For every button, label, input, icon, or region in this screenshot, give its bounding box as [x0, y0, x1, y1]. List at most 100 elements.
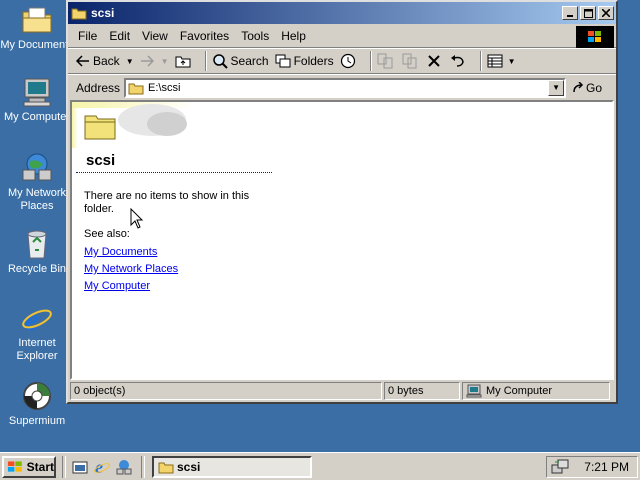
- history-icon: [340, 53, 355, 69]
- clock[interactable]: 7:21 PM: [584, 460, 629, 474]
- folder-heading: scsi: [86, 152, 116, 169]
- folder-icon: [128, 83, 144, 94]
- menu-favorites[interactable]: Favorites: [174, 29, 235, 43]
- toolbar-separator: [204, 51, 207, 71]
- address-input[interactable]: E:\scsi ▼: [124, 77, 567, 98]
- desktop-icon-internet-explorer[interactable]: e Internet Explorer: [0, 301, 74, 363]
- menu-file[interactable]: File: [68, 29, 103, 43]
- window-title: scsi: [91, 6, 115, 20]
- desktop-icon-my-computer[interactable]: My Computer: [0, 76, 74, 124]
- mouse-cursor-icon: [130, 208, 144, 229]
- windows-logo-icon: [576, 26, 614, 48]
- folders-button[interactable]: Folders: [275, 54, 334, 68]
- back-arrow-icon: [76, 55, 89, 67]
- link-my-network-places[interactable]: My Network Places: [84, 263, 178, 275]
- move-to-button[interactable]: [377, 53, 396, 69]
- my-documents-icon: [21, 4, 53, 36]
- undo-icon: [450, 55, 464, 67]
- taskbar-window-scsi[interactable]: scsi: [152, 455, 312, 478]
- forward-arrow-icon: [140, 55, 154, 67]
- desktop-icon-network-places[interactable]: My Network Places: [0, 152, 74, 213]
- toolbar-separator: [369, 51, 372, 71]
- desktop-icon-label: My Network Places: [7, 187, 67, 212]
- heading-divider: [76, 172, 272, 174]
- quicklaunch-network[interactable]: [113, 456, 135, 478]
- folders-icon: [275, 54, 291, 68]
- status-object-count: 0 object(s): [70, 382, 382, 400]
- desktop-icon-my-documents[interactable]: My Documents: [0, 4, 74, 52]
- folder-large-icon: [84, 115, 116, 140]
- forward-button[interactable]: ▼: [140, 55, 169, 67]
- supermium-icon: [21, 380, 53, 412]
- move-to-icon: [377, 53, 393, 69]
- quicklaunch-internet-explorer[interactable]: e: [91, 456, 113, 478]
- taskbar-separator: [62, 455, 66, 478]
- taskbar-window-label: scsi: [177, 459, 201, 474]
- menu-edit[interactable]: Edit: [103, 29, 136, 43]
- internet-explorer-icon: e: [21, 301, 53, 337]
- address-label: Address: [76, 80, 121, 95]
- desktop-icon-recycle-bin[interactable]: Recycle Bin: [0, 228, 74, 276]
- status-size: 0 bytes: [384, 382, 460, 400]
- history-button[interactable]: [340, 53, 359, 69]
- quicklaunch-show-desktop[interactable]: [69, 456, 91, 478]
- address-dropdown-icon[interactable]: ▼: [548, 79, 565, 96]
- views-dropdown-icon[interactable]: ▼: [508, 57, 516, 66]
- taskbar-separator: [141, 455, 145, 478]
- network-connection-icon[interactable]: [551, 459, 569, 475]
- back-button[interactable]: Back ▼: [76, 54, 134, 68]
- status-zone: My Computer: [462, 382, 610, 400]
- title-bar[interactable]: scsi: [68, 2, 616, 24]
- desktop-icon-label: Recycle Bin: [7, 263, 67, 275]
- address-bar: Address E:\scsi ▼ Go: [68, 74, 616, 100]
- status-zone-label: My Computer: [486, 385, 553, 397]
- desktop-icon-label: Supermium: [8, 415, 66, 427]
- address-value: E:\scsi: [148, 81, 181, 94]
- desktop-icon-label: Internet Explorer: [16, 337, 58, 362]
- up-folder-icon: [175, 56, 191, 68]
- taskbar: Start e scsi 7:21 PM: [0, 452, 640, 480]
- views-button[interactable]: ▼: [487, 54, 516, 68]
- explorer-window: scsi File Edit View Favorites Tools Help…: [66, 0, 618, 404]
- my-computer-icon: [21, 76, 53, 108]
- back-dropdown-icon[interactable]: ▼: [126, 57, 134, 66]
- start-label: Start: [26, 459, 54, 474]
- standard-toolbar: Back ▼ ▼ Search Folders ▼: [68, 48, 616, 74]
- svg-text:e: e: [95, 458, 103, 476]
- search-button[interactable]: Search: [212, 53, 269, 69]
- start-button[interactable]: Start: [2, 455, 56, 478]
- menu-bar: File Edit View Favorites Tools Help: [68, 24, 616, 48]
- system-tray: 7:21 PM: [546, 456, 638, 478]
- minimize-button[interactable]: [562, 6, 578, 20]
- up-folder-button[interactable]: [175, 54, 194, 68]
- desktop-icon-supermium[interactable]: Supermium: [0, 380, 74, 428]
- folder-view[interactable]: scsi There are no items to show in this …: [70, 100, 614, 380]
- undo-button[interactable]: [450, 54, 469, 68]
- maximize-button[interactable]: [580, 6, 596, 20]
- menu-view[interactable]: View: [136, 29, 174, 43]
- network-places-icon: [116, 459, 132, 474]
- copy-to-button[interactable]: [402, 53, 421, 69]
- close-button[interactable]: [598, 6, 614, 20]
- go-label: Go: [586, 80, 603, 95]
- see-also-label: See also:: [84, 228, 130, 240]
- go-arrow-icon: [573, 81, 584, 92]
- empty-folder-message: There are no items to show in this folde…: [84, 190, 250, 215]
- back-label: Back: [93, 54, 120, 68]
- menu-tools[interactable]: Tools: [235, 29, 275, 43]
- search-icon: [212, 54, 228, 69]
- status-bar: 0 object(s) 0 bytes My Computer: [70, 382, 614, 400]
- show-desktop-icon: [72, 461, 88, 473]
- desktop-icon-label: My Computer: [3, 111, 71, 123]
- link-my-computer[interactable]: My Computer: [84, 280, 150, 292]
- menu-help[interactable]: Help: [275, 29, 312, 43]
- views-icon: [487, 54, 503, 68]
- desktop-icon-label: My Documents: [0, 39, 74, 51]
- recycle-bin-icon: [21, 228, 53, 260]
- folders-label: Folders: [293, 54, 334, 68]
- delete-button[interactable]: [427, 54, 444, 68]
- go-button[interactable]: Go: [572, 81, 602, 95]
- forward-dropdown-icon[interactable]: ▼: [161, 57, 169, 66]
- internet-explorer-icon: e: [94, 458, 110, 476]
- link-my-documents[interactable]: My Documents: [84, 246, 157, 258]
